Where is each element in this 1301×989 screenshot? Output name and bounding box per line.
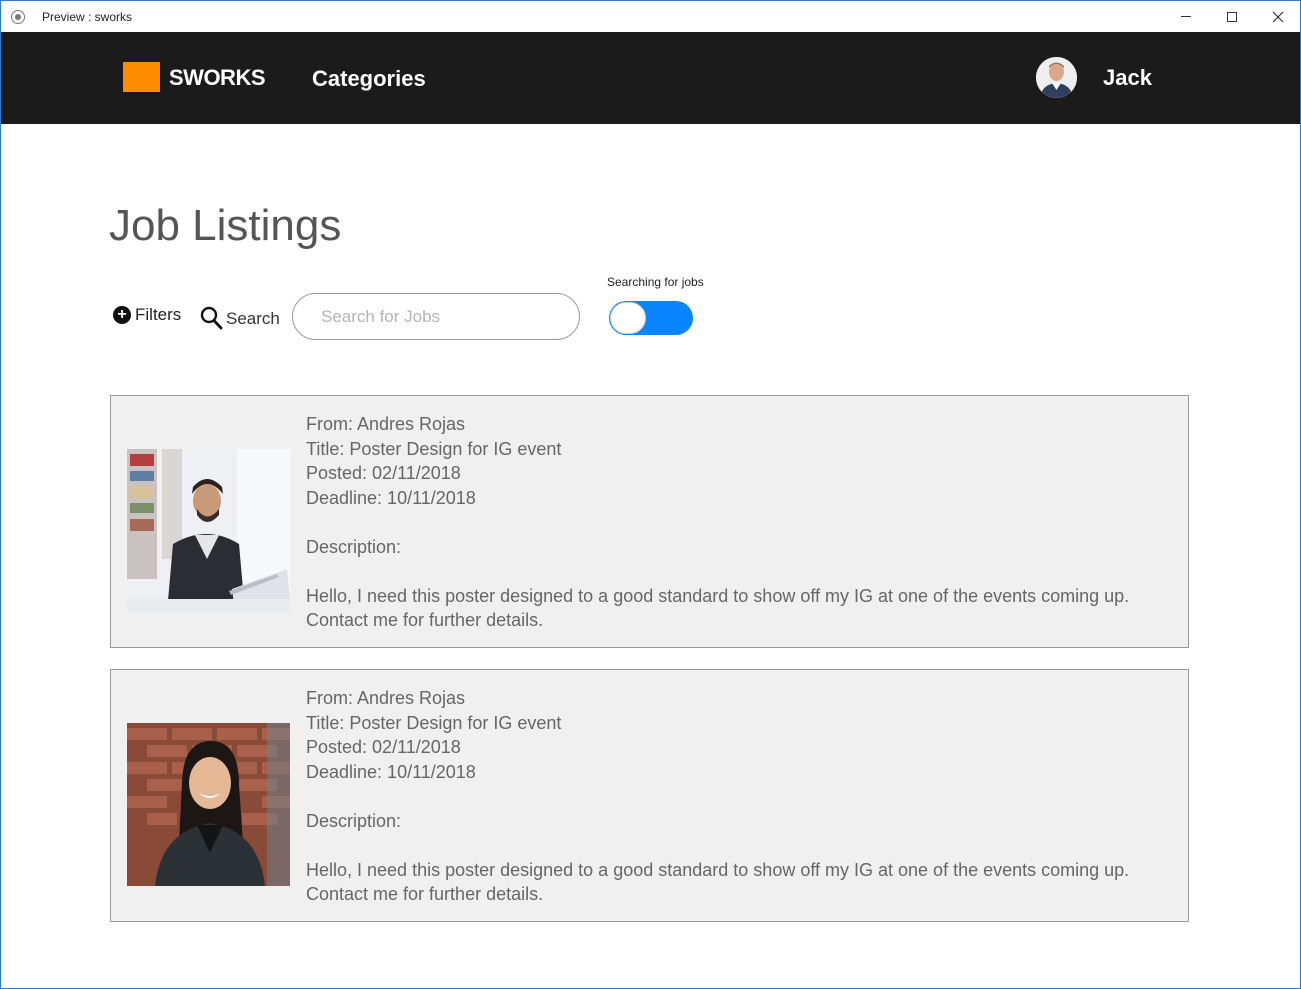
toggle-knob[interactable] bbox=[610, 302, 646, 334]
title-bar: Preview : sworks bbox=[1, 1, 1300, 32]
listing-description-label: Description: bbox=[306, 536, 402, 557]
listing-posted: Posted: 02/11/2018 bbox=[306, 463, 461, 483]
page-title: Job Listings bbox=[109, 201, 342, 250]
listing-description-line2: Contact me for further details. bbox=[306, 884, 544, 904]
toggle-label: Searching for jobs bbox=[607, 275, 704, 289]
minimize-icon bbox=[1181, 16, 1191, 17]
listing-description-line2: Contact me for further details. bbox=[306, 610, 544, 630]
close-icon bbox=[1272, 11, 1284, 22]
logo-icon[interactable] bbox=[123, 62, 160, 92]
listing-description-line1: Hello, I need this poster designed to a … bbox=[306, 859, 1130, 880]
person-at-laptop-image bbox=[127, 449, 290, 612]
maximize-icon bbox=[1227, 11, 1237, 22]
listing-from: From: Andres Rojas bbox=[306, 688, 466, 708]
listing-from: From: Andres Rojas bbox=[306, 414, 466, 434]
search-label: Search bbox=[226, 308, 280, 328]
searching-for-jobs-toggle[interactable] bbox=[609, 301, 693, 335]
listing-info: From: Andres Rojas Title: Poster Design … bbox=[306, 412, 1129, 633]
categories-link[interactable]: Categories bbox=[312, 66, 426, 92]
listing-info: From: Andres Rojas Title: Poster Design … bbox=[306, 686, 1129, 907]
close-button[interactable] bbox=[1255, 1, 1300, 32]
listing-description-label: Description: bbox=[306, 810, 402, 831]
listing-description-line1: Hello, I need this poster designed to a … bbox=[306, 585, 1130, 606]
listing-title: Title: Poster Design for IG event bbox=[306, 438, 562, 459]
brand-name[interactable]: SWORKS bbox=[169, 65, 266, 91]
app-icon bbox=[11, 10, 25, 24]
smiling-woman-image bbox=[127, 723, 290, 886]
search-button[interactable]: Search bbox=[200, 305, 280, 331]
listing-deadline: Deadline: 10/11/2018 bbox=[306, 487, 476, 508]
listing-photo bbox=[127, 723, 290, 886]
listing-title: Title: Poster Design for IG event bbox=[306, 712, 562, 733]
search-input[interactable] bbox=[292, 293, 580, 340]
window-title: Preview : sworks bbox=[42, 10, 133, 24]
user-avatar[interactable] bbox=[1036, 57, 1077, 98]
listing-photo bbox=[127, 449, 290, 612]
listing-posted: Posted: 02/11/2018 bbox=[306, 737, 461, 757]
job-listing-card[interactable]: From: Andres Rojas Title: Poster Design … bbox=[110, 669, 1189, 922]
username[interactable]: Jack bbox=[1103, 65, 1152, 91]
job-listing-card[interactable]: From: Andres Rojas Title: Poster Design … bbox=[110, 395, 1189, 648]
app-window: Preview : sworks SWORKS Categories Jack … bbox=[0, 0, 1301, 989]
search-icon bbox=[200, 306, 223, 330]
filters-label: Filters bbox=[135, 305, 182, 324]
filters-button[interactable]: + Filters bbox=[113, 305, 181, 325]
minimize-button[interactable] bbox=[1163, 1, 1209, 32]
maximize-button[interactable] bbox=[1209, 1, 1255, 32]
add-circle-icon: + bbox=[113, 306, 131, 324]
avatar-image bbox=[1036, 57, 1077, 98]
top-navbar: SWORKS Categories Jack bbox=[1, 32, 1300, 124]
listing-deadline: Deadline: 10/11/2018 bbox=[306, 761, 476, 782]
